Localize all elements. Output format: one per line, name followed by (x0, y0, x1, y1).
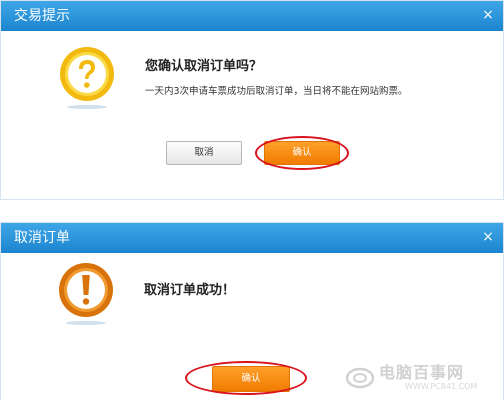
icon-shadow (67, 105, 107, 109)
screenshot-stage: 交易提示 × 您确认取消订单吗？ 一天内3次申请车票成功后取消订单，当日将不能在… (0, 0, 504, 400)
dialog-titlebar: 交易提示 × (1, 1, 503, 31)
site-watermark: 电脑百事网 WWW.PC841.COM (345, 362, 500, 396)
dialog-heading: 取消订单成功！ (144, 283, 236, 298)
watermark-url: WWW.PC841.COM (405, 382, 478, 391)
dialog-title: 取消订单 (14, 230, 70, 246)
highlight-ring (185, 361, 307, 395)
close-icon[interactable]: × (480, 229, 496, 245)
dialog-heading: 您确认取消订单吗？ (145, 59, 263, 74)
highlight-ring (255, 136, 349, 170)
icon-shadow (66, 321, 106, 325)
dialog-titlebar: 取消订单 × (1, 223, 503, 253)
exclamation-mark-icon (56, 261, 116, 325)
question-mark-icon (57, 45, 117, 109)
dialog-title: 交易提示 (14, 8, 70, 24)
confirm-cancel-dialog: 交易提示 × 您确认取消订单吗？ 一天内3次申请车票成功后取消订单，当日将不能在… (0, 0, 504, 200)
close-icon[interactable]: × (480, 7, 496, 23)
watermark-logo-icon (345, 367, 375, 389)
dialog-message: 一天内3次申请车票成功后取消订单，当日将不能在网站购票。 (145, 86, 408, 97)
watermark-title: 电脑百事网 (379, 363, 465, 382)
cancel-button[interactable]: 取消 (166, 141, 242, 165)
